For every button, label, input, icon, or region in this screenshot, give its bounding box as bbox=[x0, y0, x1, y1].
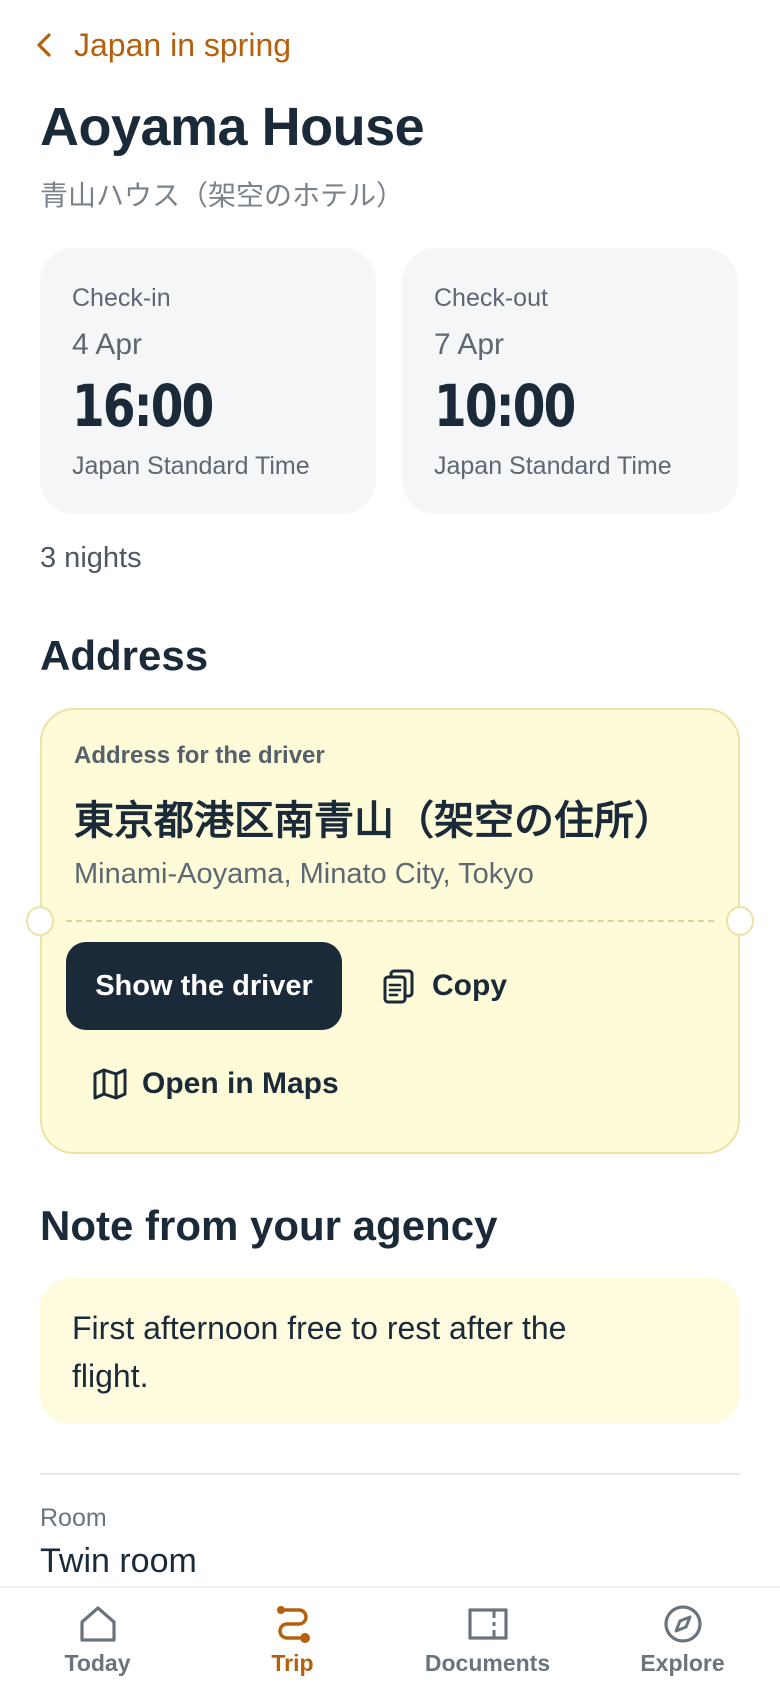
open-in-maps-label: Open in Maps bbox=[142, 1067, 339, 1100]
tab-documents-label: Documents bbox=[424, 1650, 551, 1676]
tab-explore[interactable]: Explore bbox=[585, 1588, 780, 1688]
agency-note-text: First afternoon free to rest after the f… bbox=[72, 1310, 567, 1394]
map-icon bbox=[93, 1068, 127, 1100]
ticket-icon bbox=[467, 1608, 508, 1640]
copy-icon bbox=[383, 969, 414, 1004]
checkin-timezone: Japan Standard Time bbox=[72, 452, 310, 480]
checkout-date: 7 Apr bbox=[434, 328, 505, 361]
agency-note-card: First afternoon free to rest after the f… bbox=[40, 1278, 740, 1424]
section-divider bbox=[40, 1473, 740, 1475]
back-button[interactable]: Japan in spring bbox=[32, 22, 291, 68]
room-value: Twin room bbox=[40, 1542, 197, 1580]
checkout-timezone: Japan Standard Time bbox=[434, 452, 672, 480]
checkin-time: 16:00 bbox=[72, 372, 214, 440]
note-heading: Note from your agency bbox=[40, 1202, 498, 1249]
tab-trip-label: Trip bbox=[271, 1650, 314, 1676]
ticket-notch-left bbox=[26, 906, 54, 936]
page-subtitle: 青山ハウス（架空のホテル） bbox=[40, 179, 405, 212]
home-icon bbox=[79, 1606, 116, 1642]
show-driver-button[interactable]: Show the driver bbox=[66, 942, 342, 1030]
bottom-tab-bar: Today Trip Documents Explore bbox=[0, 1586, 780, 1688]
nights-count: 3 nights bbox=[40, 542, 142, 574]
tab-today[interactable]: Today bbox=[0, 1588, 195, 1688]
compass-icon bbox=[663, 1605, 702, 1643]
copy-button[interactable]: Copy bbox=[382, 942, 507, 1030]
copy-label: Copy bbox=[432, 969, 507, 1002]
checkout-label: Check-out bbox=[434, 284, 548, 312]
checkout-card: Check-out 7 Apr 10:00 Japan Standard Tim… bbox=[402, 248, 738, 514]
back-label: Japan in spring bbox=[74, 26, 292, 63]
checkout-time: 10:00 bbox=[434, 372, 576, 440]
room-label: Room bbox=[40, 1504, 107, 1532]
ticket-notch-right bbox=[726, 906, 754, 936]
address-kicker: Address for the driver bbox=[74, 742, 325, 769]
tab-explore-label: Explore bbox=[640, 1650, 725, 1676]
tab-documents[interactable]: Documents bbox=[390, 1588, 585, 1688]
route-icon bbox=[276, 1606, 310, 1643]
show-driver-label: Show the driver bbox=[95, 969, 313, 1002]
address-heading: Address bbox=[40, 632, 209, 679]
tab-today-label: Today bbox=[64, 1650, 131, 1676]
tab-trip[interactable]: Trip bbox=[195, 1588, 390, 1688]
address-japanese: 東京都港区南青山（架空の住所） bbox=[74, 798, 674, 844]
checkin-date: 4 Apr bbox=[72, 328, 143, 361]
page-title: Aoyama House bbox=[40, 97, 425, 157]
checkin-label: Check-in bbox=[72, 284, 171, 312]
open-in-maps-button[interactable]: Open in Maps bbox=[92, 1048, 339, 1120]
address-english: Minami-Aoyama, Minato City, Tokyo bbox=[74, 858, 534, 890]
address-card: Address for the driver 東京都港区南青山（架空の住所） M… bbox=[26, 708, 754, 1154]
perforation-divider bbox=[66, 920, 714, 922]
checkin-card: Check-in 4 Apr 16:00 Japan Standard Time bbox=[40, 248, 376, 514]
chevron-left-icon bbox=[37, 33, 51, 57]
